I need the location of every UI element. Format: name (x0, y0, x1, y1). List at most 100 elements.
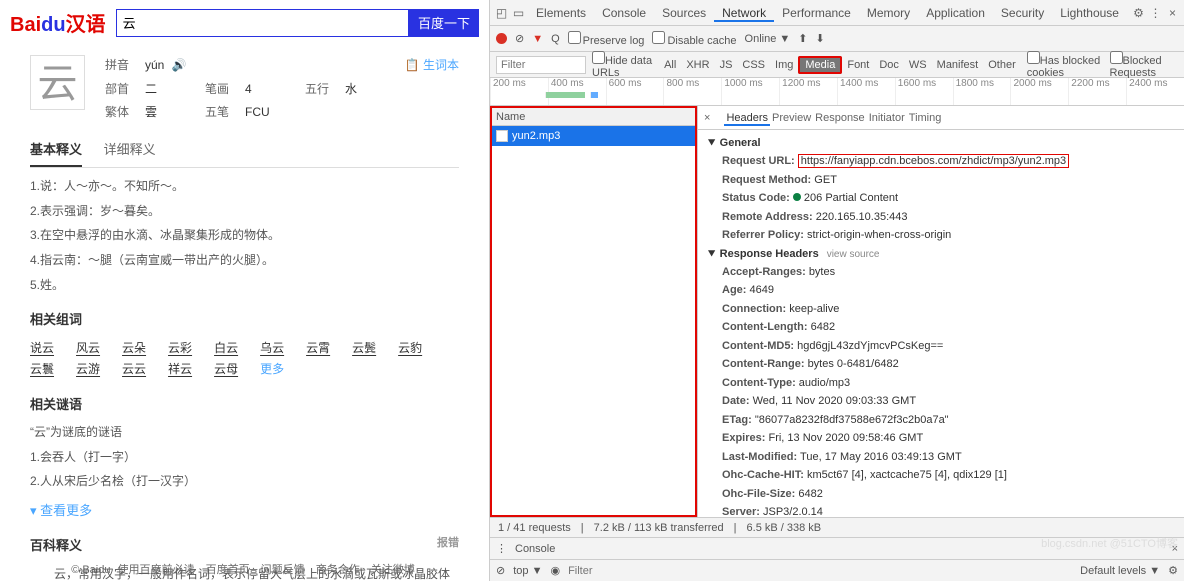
filter-css[interactable]: CSS (737, 58, 770, 72)
word-link[interactable]: 云鬟 (30, 359, 54, 381)
filter-manifest[interactable]: Manifest (932, 58, 984, 72)
filter-icon[interactable]: ▼ (532, 33, 543, 45)
clear-icon[interactable]: ⊘ (515, 32, 524, 45)
filter-js[interactable]: JS (715, 58, 738, 72)
search-icon[interactable]: Q (551, 33, 560, 45)
more-words-link[interactable]: 更多 (260, 359, 284, 381)
response-headers-section[interactable]: Response Headersview source Accept-Range… (708, 245, 1174, 518)
upload-icon[interactable]: ⬆ (798, 32, 807, 45)
console-clear-icon[interactable]: ⊘ (496, 564, 505, 577)
filter-all[interactable]: All (659, 58, 681, 72)
word-link[interactable]: 风云 (76, 338, 100, 360)
preserve-log-checkbox[interactable]: Preserve log (568, 31, 645, 47)
word-link[interactable]: 乌云 (260, 338, 284, 360)
footer-link[interactable]: 问题反馈 (261, 564, 305, 576)
network-toolbar: ⊘ ▼ Q Preserve log Disable cache Online … (490, 26, 1184, 52)
console-toggle-icon[interactable]: ⋮ (496, 542, 507, 555)
footer-link[interactable]: 关注微博 (371, 564, 415, 576)
tab-memory[interactable]: Memory (859, 6, 918, 20)
close-icon[interactable]: × (1165, 6, 1180, 20)
request-row[interactable]: yun2.mp3 (492, 126, 695, 146)
detail-tab-initiator[interactable]: Initiator (867, 112, 907, 124)
tab-application[interactable]: Application (918, 6, 993, 20)
level-select[interactable]: Default levels ▼ (1080, 565, 1160, 577)
footer-link[interactable]: 百度首页 (206, 564, 250, 576)
general-section[interactable]: General Request URL: https://fanyiapp.cd… (708, 134, 1174, 245)
report-link[interactable]: 报错 (437, 534, 459, 554)
disable-cache-checkbox[interactable]: Disable cache (652, 31, 736, 47)
console-filter-input[interactable] (568, 565, 1072, 577)
search-input[interactable] (116, 9, 409, 37)
eye-icon[interactable]: ◉ (550, 564, 560, 577)
filter-other[interactable]: Other (983, 58, 1021, 72)
search-button[interactable]: 百度一下 (409, 9, 479, 37)
close-detail-icon[interactable]: × (704, 112, 710, 124)
timeline[interactable]: 200 ms400 ms600 ms800 ms1000 ms1200 ms14… (490, 78, 1184, 106)
filter-img[interactable]: Img (770, 58, 798, 72)
word-link[interactable]: 云云 (122, 359, 146, 381)
context-select[interactable]: top ▼ (513, 565, 542, 577)
blocked-cookies-checkbox[interactable]: Has blocked cookies (1027, 51, 1104, 79)
vocab-link[interactable]: 📋 生词本 (405, 55, 459, 77)
word-link[interactable]: 云彩 (168, 338, 192, 360)
throttle-select[interactable]: Online ▼ (745, 33, 791, 45)
sound-icon[interactable]: 🔊 (172, 58, 187, 72)
footer-link[interactable]: 商务合作 (316, 564, 360, 576)
download-icon[interactable]: ⬇ (816, 32, 825, 45)
hide-urls-checkbox[interactable]: Hide data URLs (592, 51, 653, 79)
filter-font[interactable]: Font (842, 58, 874, 72)
tab-sources[interactable]: Sources (654, 6, 714, 20)
record-icon[interactable] (496, 33, 507, 44)
word-link[interactable]: 云鬓 (352, 338, 376, 360)
section-baike: 百科释义报错 (30, 534, 459, 557)
header-row: Connection: keep-alive (708, 300, 1174, 319)
console-settings-icon[interactable]: ⚙ (1168, 564, 1178, 577)
detail-tab-timing[interactable]: Timing (907, 112, 944, 124)
detail-tab-response[interactable]: Response (813, 112, 867, 124)
tab-basic[interactable]: 基本释义 (30, 134, 82, 167)
word-link[interactable]: 云豹 (398, 338, 422, 360)
tab-lighthouse[interactable]: Lighthouse (1052, 6, 1127, 20)
inspect-icon[interactable]: ◰ (494, 6, 509, 20)
word-link[interactable]: 云霄 (306, 338, 330, 360)
footer-link[interactable]: 使用百度前必读 (118, 564, 195, 576)
tab-elements[interactable]: Elements (528, 6, 594, 20)
settings-icon[interactable]: ⚙ (1131, 6, 1146, 20)
filter-bar: Hide data URLs AllXHRJSCSSImgMediaFontDo… (490, 52, 1184, 78)
header-row: Accept-Ranges: bytes (708, 263, 1174, 282)
detail-tab-preview[interactable]: Preview (770, 112, 813, 124)
word-link[interactable]: 云游 (76, 359, 100, 381)
status-bar: 1 / 41 requests|7.2 kB / 113 kB transfer… (490, 517, 1184, 537)
device-icon[interactable]: ▭ (511, 6, 526, 20)
tab-console[interactable]: Console (594, 6, 654, 20)
filter-doc[interactable]: Doc (874, 58, 904, 72)
section-riddle: 相关谜语 (30, 393, 459, 416)
watermark: blog.csdn.net @51CTO博客 (1041, 535, 1178, 551)
word-link[interactable]: 云朵 (122, 338, 146, 360)
detail-tab-headers[interactable]: Headers (724, 112, 770, 126)
header-row: Content-Range: bytes 0-6481/6482 (708, 355, 1174, 374)
character-display: 云 (30, 55, 85, 110)
tab-detail[interactable]: 详细释义 (104, 134, 156, 165)
console-label: Console (515, 543, 555, 555)
filter-input[interactable] (496, 56, 586, 74)
word-link[interactable]: 祥云 (168, 359, 192, 381)
tab-network[interactable]: Network (714, 6, 774, 22)
word-link[interactable]: 云母 (214, 359, 238, 381)
filter-ws[interactable]: WS (904, 58, 932, 72)
see-more-link[interactable]: ▾ 查看更多 (30, 499, 459, 522)
devtools-tabs: ◰ ▭ ElementsConsoleSourcesNetworkPerform… (490, 0, 1184, 26)
baidu-logo[interactable]: Baidu汉语 (10, 8, 106, 37)
view-source-link[interactable]: view source (827, 249, 880, 260)
file-icon (496, 130, 508, 142)
list-header[interactable]: Name (492, 108, 695, 126)
more-icon[interactable]: ⋮ (1148, 6, 1163, 20)
tab-performance[interactable]: Performance (774, 6, 859, 20)
filter-xhr[interactable]: XHR (681, 58, 714, 72)
header-row: ETag: "86077a8232f8df37588e672f3c2b0a7a" (708, 411, 1174, 430)
filter-media[interactable]: Media (798, 56, 842, 74)
word-link[interactable]: 白云 (214, 338, 238, 360)
blocked-req-checkbox[interactable]: Blocked Requests (1110, 51, 1179, 79)
tab-security[interactable]: Security (993, 6, 1052, 20)
word-link[interactable]: 说云 (30, 338, 54, 360)
